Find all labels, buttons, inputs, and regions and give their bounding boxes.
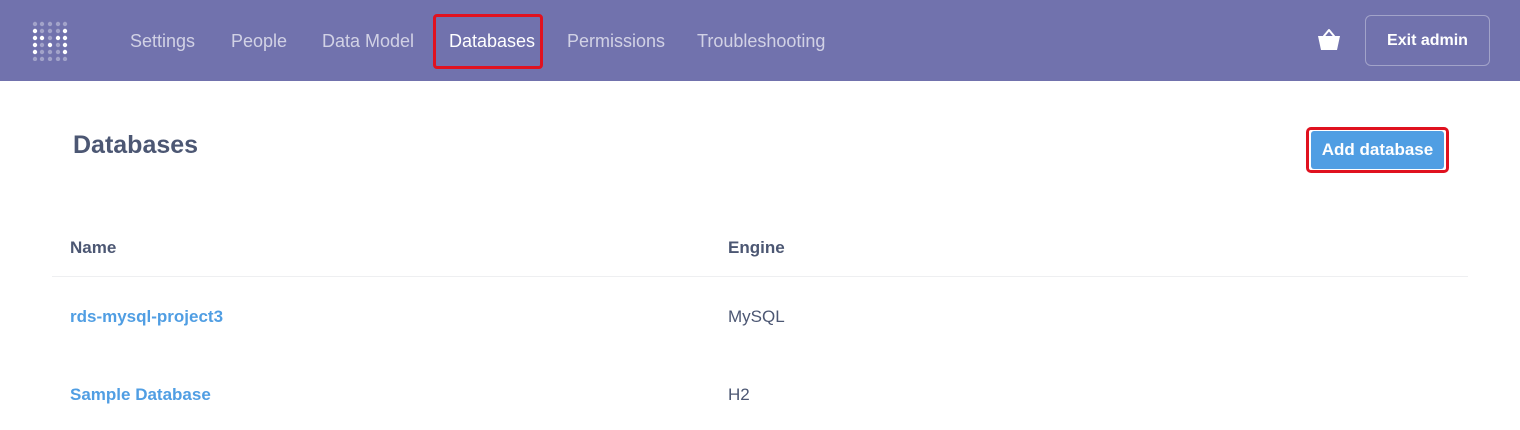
- admin-navbar: Settings People Data Model Databases Per…: [0, 0, 1520, 81]
- table-header-divider: [52, 276, 1468, 277]
- metabase-logo-icon[interactable]: [31, 21, 69, 61]
- nav-settings[interactable]: Settings: [130, 28, 195, 54]
- column-header-engine: Engine: [728, 238, 785, 257]
- nav-troubleshooting[interactable]: Troubleshooting: [697, 28, 825, 54]
- exit-admin-button[interactable]: Exit admin: [1365, 15, 1490, 66]
- nav-databases[interactable]: Databases: [449, 28, 535, 54]
- database-engine: MySQL: [728, 307, 785, 326]
- nav-data-model[interactable]: Data Model: [322, 28, 414, 54]
- add-database-button[interactable]: Add database: [1311, 131, 1444, 169]
- page-title: Databases: [73, 131, 199, 159]
- database-link[interactable]: rds-mysql-project3: [70, 306, 223, 328]
- nav-people[interactable]: People: [231, 28, 287, 54]
- nav-permissions[interactable]: Permissions: [567, 28, 665, 54]
- database-link[interactable]: Sample Database: [70, 384, 211, 406]
- database-engine: H2: [728, 385, 750, 404]
- basket-icon[interactable]: [1316, 27, 1342, 53]
- column-header-name: Name: [70, 238, 117, 257]
